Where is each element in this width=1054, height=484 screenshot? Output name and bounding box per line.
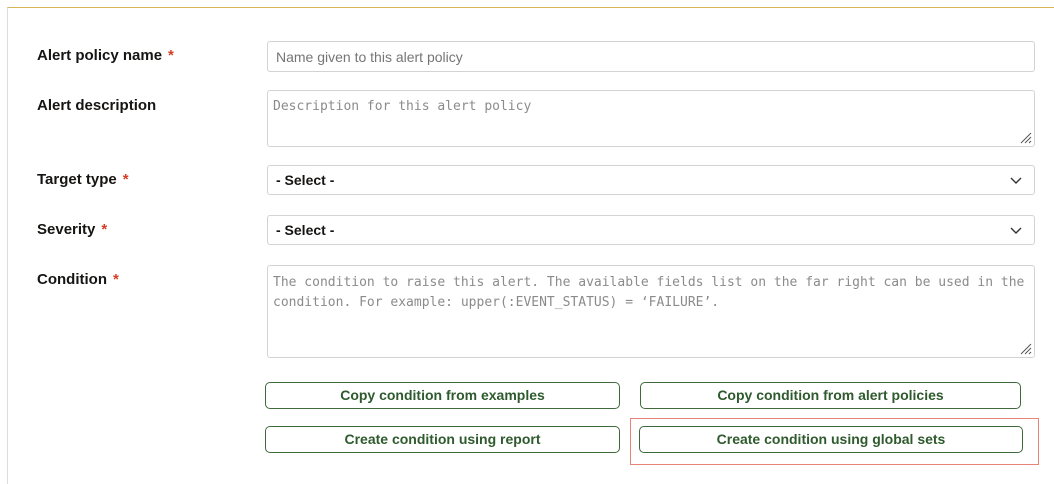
alert-policy-name-label-text: Alert policy name [37, 47, 163, 64]
condition-textarea[interactable]: The condition to raise this alert. The a… [267, 265, 1035, 358]
severity-selected-value: - Select - [276, 222, 335, 238]
alert-description-label: Alert description [37, 97, 156, 114]
create-condition-using-report-button[interactable]: Create condition using report [265, 426, 620, 453]
condition-label-text: Condition [37, 271, 107, 288]
alert-policy-name-input[interactable] [267, 41, 1035, 72]
copy-condition-from-examples-button[interactable]: Copy condition from examples [265, 382, 620, 409]
copy-condition-from-alert-policies-button[interactable]: Copy condition from alert policies [640, 382, 1021, 409]
condition-label: Condition * [37, 271, 119, 288]
alert-policy-name-label: Alert policy name * [37, 47, 174, 64]
required-indicator: * [101, 221, 108, 238]
required-indicator: * [168, 47, 174, 64]
alert-description-placeholder: Description for this alert policy [273, 99, 532, 114]
required-indicator: * [112, 271, 119, 288]
severity-select[interactable]: - Select - [267, 215, 1035, 245]
target-type-label: Target type * [37, 171, 129, 188]
target-type-label-text: Target type [37, 171, 117, 188]
alert-description-textarea[interactable]: Description for this alert policy [267, 90, 1035, 147]
chevron-down-icon [1010, 227, 1022, 234]
target-type-selected-value: - Select - [276, 172, 335, 188]
create-condition-using-global-sets-button[interactable]: Create condition using global sets [639, 426, 1023, 453]
severity-label: Severity * [37, 221, 107, 238]
alert-description-label-text: Alert description [37, 97, 157, 114]
alert-policy-form-panel [7, 7, 1054, 484]
resize-grip-icon[interactable] [1018, 341, 1032, 355]
severity-label-text: Severity [37, 221, 96, 238]
target-type-select[interactable]: - Select - [267, 165, 1035, 195]
required-indicator: * [122, 171, 129, 188]
resize-grip-icon[interactable] [1018, 130, 1032, 144]
chevron-down-icon [1010, 177, 1022, 184]
condition-placeholder: The condition to raise this alert. The a… [273, 275, 1033, 310]
